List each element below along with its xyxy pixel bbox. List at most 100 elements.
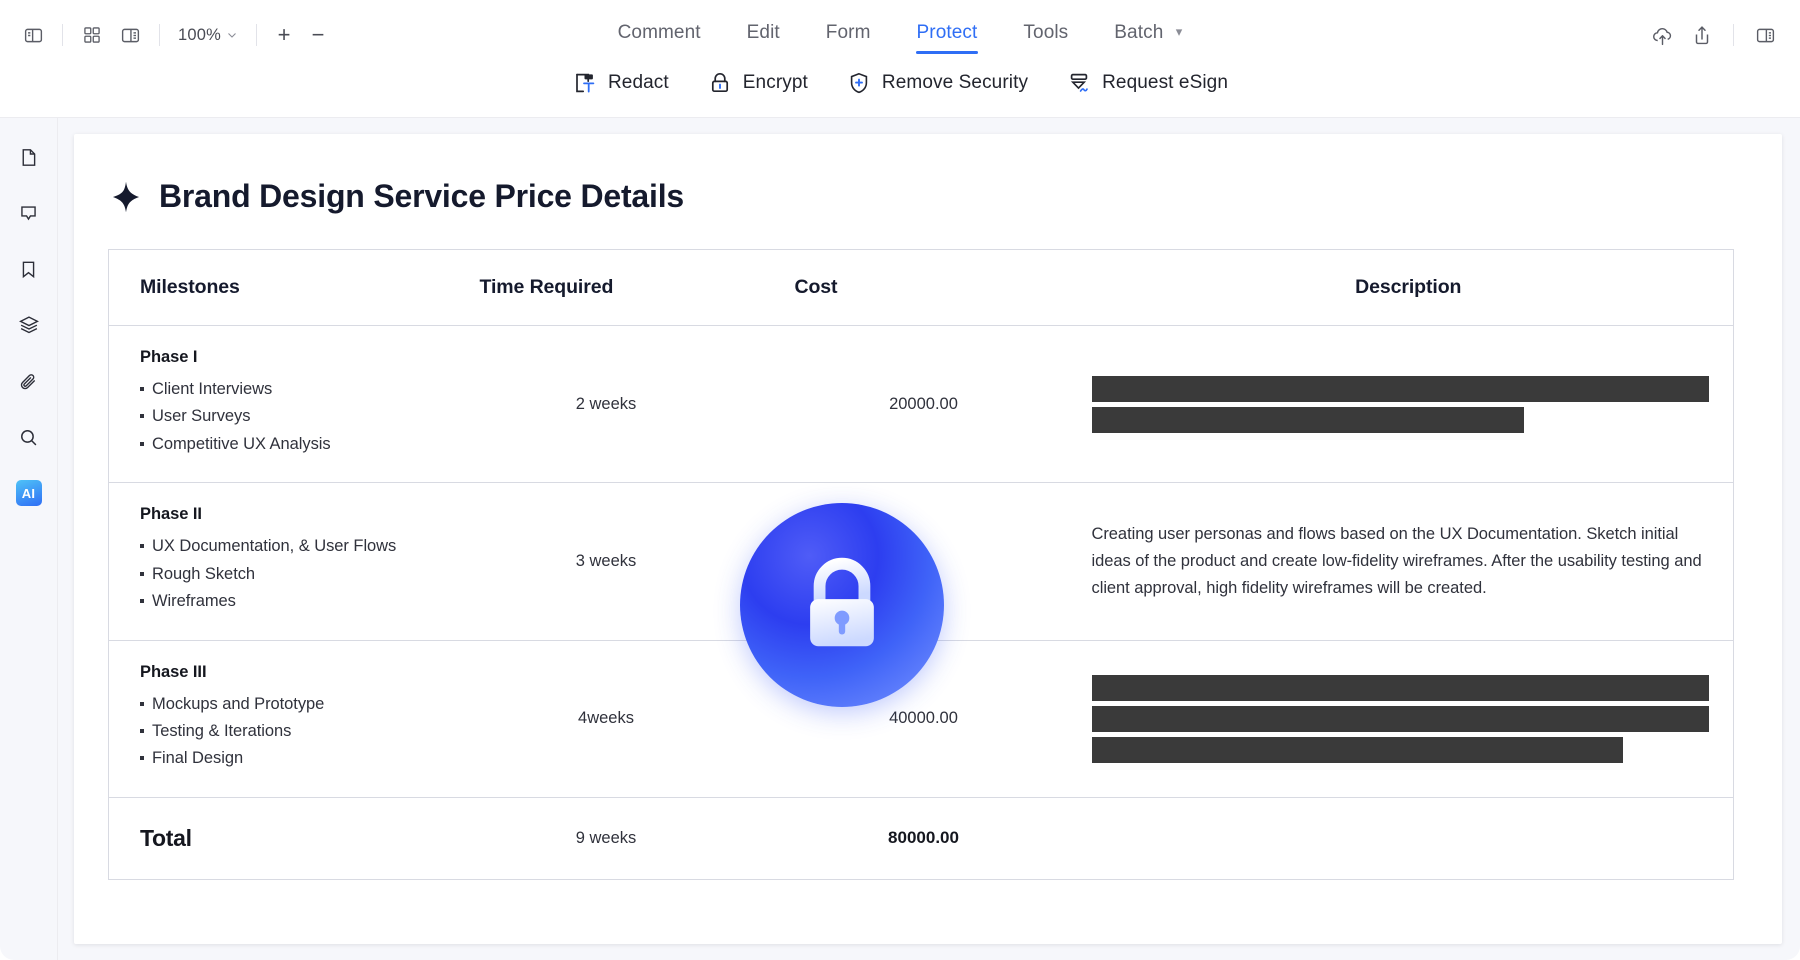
document-title-row: Brand Design Service Price Details	[108, 178, 1748, 215]
list-item: Competitive UX Analysis	[140, 433, 449, 456]
description-cell	[1083, 639, 1734, 798]
share-icon[interactable]	[1683, 16, 1721, 54]
total-cost-cell: 80000.00	[763, 796, 1084, 880]
total-label-cell: Total	[108, 796, 449, 880]
esign-icon	[1066, 70, 1092, 96]
total-time-cell: 9 weeks	[448, 796, 764, 880]
milestone-bullet-list: Client Interviews User Surveys Competiti…	[140, 378, 449, 456]
list-item: Mockups and Prototype	[140, 693, 449, 716]
list-item: Rough Sketch	[140, 563, 449, 586]
column-header-description: Description	[1355, 276, 1462, 298]
bookmark-icon	[22, 261, 35, 278]
table-header-row: Milestones Time Required Cost Descriptio…	[109, 250, 1734, 326]
encrypt-button[interactable]: Encrypt	[695, 62, 820, 104]
lock-icon	[707, 70, 733, 96]
tab-batch-label: Batch	[1114, 22, 1164, 43]
comment-icon	[21, 205, 36, 220]
list-item: User Surveys	[140, 405, 449, 428]
tab-edit[interactable]: Edit	[724, 18, 803, 56]
table-row: Phase III Mockups and Prototype Testing …	[108, 639, 1734, 798]
sidebar-item-thumbnails[interactable]	[12, 140, 46, 174]
document-page: Brand Design Service Price Details Miles…	[74, 134, 1782, 944]
page-icon	[22, 148, 36, 166]
redact-icon	[572, 70, 598, 96]
paperclip-icon	[20, 373, 35, 389]
time-required-cell: 2 weeks	[448, 324, 764, 483]
sidebar-item-search[interactable]	[12, 420, 46, 454]
tab-form[interactable]: Form	[803, 18, 894, 56]
ai-icon: AI	[15, 480, 42, 506]
remove-security-label: Remove Security	[881, 72, 1029, 93]
remove-security-button[interactable]: Remove Security	[834, 62, 1040, 104]
top-toolbar: 100% + − Comment Edit Form Protect Tools	[0, 0, 1800, 118]
cost-cell: 40000.00	[763, 639, 1084, 798]
protect-tool-row: Redact Encrypt Remove Security Request e…	[0, 62, 1800, 104]
time-required-cell: 3 weeks	[448, 482, 764, 641]
cost-cell	[763, 482, 1084, 641]
body-area: AI Brand Design Service Price Details Mi…	[0, 118, 1800, 960]
phase-label: Phase I	[140, 348, 198, 366]
column-header-milestones: Milestones	[140, 276, 240, 298]
total-time-value: 9 weeks	[575, 828, 637, 847]
cost-cell: 20000.00	[763, 324, 1084, 483]
sidebar-item-attachments[interactable]	[12, 364, 46, 398]
list-item: Wireframes	[140, 590, 449, 613]
sidebar-item-bookmarks[interactable]	[12, 252, 46, 286]
tab-tools[interactable]: Tools	[1000, 18, 1091, 56]
redaction-bar	[1091, 736, 1623, 763]
tab-protect[interactable]: Protect	[894, 18, 1001, 56]
column-header-time-required: Time Required	[479, 276, 614, 298]
description-text: Creating user personas and flows based o…	[1091, 525, 1702, 597]
milestone-cell: Phase I Client Interviews User Surveys C…	[108, 324, 449, 483]
toolbar-right-group	[1643, 16, 1784, 54]
redaction-bar	[1091, 406, 1524, 433]
list-item: Testing & Iterations	[140, 720, 449, 743]
tab-tools-label: Tools	[1023, 22, 1069, 43]
sidebar-item-comments[interactable]	[12, 196, 46, 230]
redaction-bar	[1091, 674, 1709, 701]
chevron-down-icon: ▾	[1175, 24, 1183, 39]
total-cost-value: 80000.00	[888, 828, 959, 848]
tab-batch[interactable]: Batch ▾	[1091, 18, 1205, 56]
layers-icon	[18, 316, 39, 334]
tab-protect-label: Protect	[916, 22, 978, 43]
table-row: Phase I Client Interviews User Surveys C…	[108, 324, 1734, 483]
total-description-cell	[1083, 796, 1734, 880]
sidebar-item-layers[interactable]	[12, 308, 46, 342]
app-window: 100% + − Comment Edit Form Protect Tools	[0, 0, 1800, 960]
total-label: Total	[140, 824, 192, 851]
page-title: Brand Design Service Price Details	[159, 178, 684, 214]
redact-label: Redact	[607, 72, 669, 93]
document-canvas[interactable]: Brand Design Service Price Details Miles…	[58, 118, 1800, 960]
tab-comment[interactable]: Comment	[595, 18, 724, 56]
sparkle-icon	[112, 181, 140, 212]
encrypt-label: Encrypt	[742, 72, 808, 93]
sidebar-item-ai-assistant[interactable]: AI	[12, 476, 46, 510]
tab-comment-label: Comment	[617, 22, 701, 43]
phase-label: Phase II	[140, 505, 202, 524]
cloud-upload-icon[interactable]	[1643, 16, 1681, 54]
list-item: UX Documentation, & User Flows	[140, 535, 449, 558]
right-panel-icon[interactable]	[1746, 16, 1784, 54]
table-row: Phase II UX Documentation, & User Flows …	[108, 482, 1734, 641]
list-item: Final Design	[140, 747, 449, 770]
list-item: Client Interviews	[140, 378, 449, 401]
milestone-bullet-list: Mockups and Prototype Testing & Iteratio…	[140, 693, 449, 771]
redaction-block	[1091, 375, 1709, 433]
milestone-cell: Phase III Mockups and Prototype Testing …	[108, 639, 449, 798]
redaction-bar	[1091, 705, 1709, 732]
description-cell	[1083, 324, 1734, 483]
toolbar-divider-4	[1733, 24, 1734, 46]
redaction-bar	[1091, 375, 1709, 402]
redact-button[interactable]: Redact	[560, 62, 681, 104]
request-esign-label: Request eSign	[1102, 72, 1229, 93]
search-icon	[21, 429, 37, 445]
milestone-cell: Phase II UX Documentation, & User Flows …	[108, 482, 449, 641]
request-esign-button[interactable]: Request eSign	[1054, 62, 1240, 104]
shield-plus-icon	[846, 70, 872, 96]
description-cell: Creating user personas and flows based o…	[1083, 482, 1734, 641]
left-sidebar: AI	[0, 118, 58, 960]
main-tab-bar: Comment Edit Form Protect Tools Batch ▾	[0, 18, 1800, 56]
milestone-bullet-list: UX Documentation, & User Flows Rough Ske…	[140, 535, 449, 613]
redaction-block	[1091, 674, 1709, 763]
